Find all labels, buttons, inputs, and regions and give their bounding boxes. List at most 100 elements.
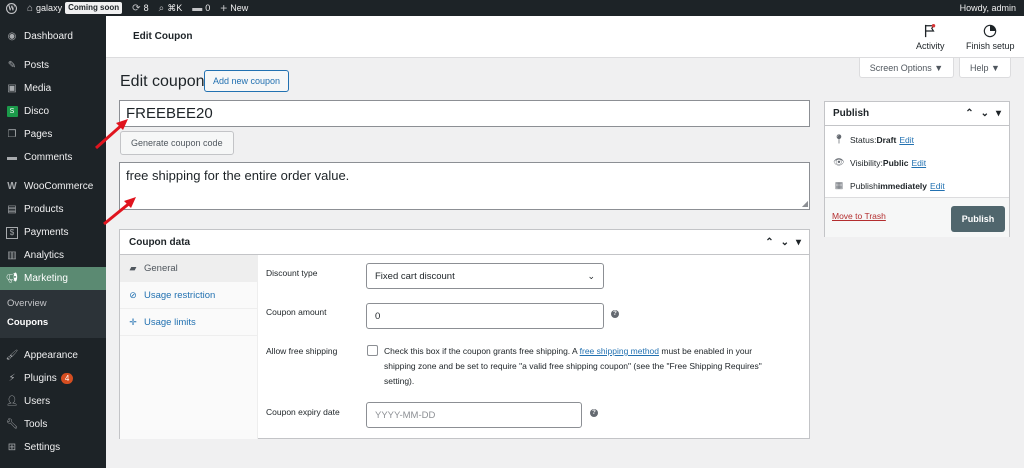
- publish-date-row: ▦ Publish immediately Edit: [834, 180, 945, 191]
- red-arrow-annotation-2: [103, 197, 136, 226]
- help-tip-icon[interactable]: ?: [611, 310, 619, 318]
- publish-box: Publish ⌃ ⌄ ▾ 📍︎ Status: Draft Edit 👁︎ V…: [824, 101, 1010, 237]
- sidebar-item-marketing[interactable]: 📢︎ Marketing: [0, 267, 106, 290]
- comments-link[interactable]: ▬ 0: [187, 0, 215, 16]
- move-to-trash-link[interactable]: Move to Trash: [832, 211, 886, 221]
- sidebar-item-media[interactable]: ▣ Media: [0, 77, 106, 100]
- discount-type-select[interactable]: Fixed cart discount ⌄: [366, 263, 604, 289]
- sidebar-item-payments[interactable]: $ Payments: [0, 221, 106, 244]
- publish-title: Publish: [833, 108, 870, 119]
- free-shipping-checkbox[interactable]: [367, 345, 378, 356]
- edit-publish-date-link[interactable]: Edit: [930, 181, 945, 191]
- svg-text:W: W: [7, 5, 15, 12]
- sidebar-item-appearance[interactable]: 🖌︎ Appearance: [0, 344, 106, 367]
- free-shipping-description: Check this box if the coupon grants free…: [384, 346, 762, 386]
- plus-icon: +: [220, 1, 228, 15]
- visibility-value: Public: [882, 157, 909, 168]
- tab-general[interactable]: ▰ General: [120, 255, 257, 282]
- generate-coupon-code-button[interactable]: Generate coupon code: [120, 131, 234, 155]
- resize-grip-icon[interactable]: ◢: [802, 199, 808, 208]
- wordpress-logo-icon[interactable]: W: [0, 0, 22, 16]
- description-text: free shipping for the entire order value…: [126, 168, 350, 183]
- calendar-icon: ▦: [834, 180, 844, 190]
- prohibited-icon: ⊘: [129, 289, 137, 300]
- updates-link[interactable]: ⟳ 8: [127, 0, 153, 16]
- help-tip-icon[interactable]: ?: [590, 409, 598, 417]
- coming-soon-badge[interactable]: Coming soon: [65, 2, 123, 14]
- plug-icon: ⚡︎: [8, 373, 16, 384]
- comment-bubble-icon: ▬: [7, 152, 17, 163]
- page-title: Edit Coupon: [133, 31, 193, 42]
- help-button[interactable]: Help ▼: [959, 58, 1011, 78]
- chevron-down-icon: ⌄: [587, 271, 595, 281]
- chevron-up-icon[interactable]: ⌃: [965, 108, 973, 119]
- settings-icon: ⊞: [7, 442, 17, 453]
- chart-bar-icon: ▥: [7, 250, 17, 261]
- command-palette-link[interactable]: ⌕ ⌘K: [154, 0, 188, 16]
- status-row: 📍︎ Status: Draft Edit: [833, 134, 914, 145]
- wrench-icon: 🔧︎: [5, 419, 19, 430]
- howdy-account-link[interactable]: Howdy, admin: [955, 0, 1024, 16]
- coupon-data-title: Coupon data: [129, 236, 191, 248]
- tab-usage-limits[interactable]: ✛ Usage limits: [120, 309, 257, 336]
- coupon-description-textarea[interactable]: free shipping for the entire order value…: [119, 162, 810, 210]
- crosshair-icon: ✛: [129, 316, 137, 327]
- activity-button[interactable]: Activity: [916, 23, 945, 51]
- screen-options-button[interactable]: Screen Options ▼: [859, 58, 954, 78]
- pin-icon: 📍︎: [833, 134, 845, 144]
- caret-down-icon[interactable]: ▾: [996, 108, 1001, 119]
- pin-icon: ✎: [7, 60, 17, 71]
- woocommerce-icon: W: [7, 181, 17, 192]
- expiry-date-input[interactable]: YYYY-MM-DD: [366, 402, 582, 428]
- status-value: Draft: [876, 134, 897, 145]
- sidebar-item-analytics[interactable]: ▥ Analytics: [0, 244, 106, 267]
- comments-count: 0: [205, 3, 211, 13]
- home-icon: ⌂: [27, 2, 34, 14]
- paintbrush-icon: 🖌︎: [5, 350, 19, 361]
- coupon-amount-input[interactable]: 0: [366, 303, 604, 329]
- edit-status-link[interactable]: Edit: [899, 135, 914, 145]
- coupon-data-tabs: ▰ General ⊘ Usage restriction ✛ Usage limit…: [120, 255, 258, 439]
- users-icon: 👤︎: [5, 396, 19, 407]
- updates-count: 8: [143, 3, 149, 13]
- site-name: galaxy: [36, 3, 63, 13]
- sidebar-item-woocommerce[interactable]: W WooCommerce: [0, 175, 106, 198]
- sidebar-item-products[interactable]: ▤ Products: [0, 198, 106, 221]
- finish-setup-button[interactable]: Finish setup: [966, 23, 1015, 51]
- plugins-update-count: 4: [60, 373, 74, 384]
- megaphone-icon: 📢︎: [5, 273, 19, 284]
- sidebar-item-posts[interactable]: ✎ Posts: [0, 54, 106, 77]
- media-icon: ▣: [7, 83, 17, 94]
- dollar-icon: $: [6, 226, 18, 239]
- publish-header[interactable]: Publish ⌃ ⌄ ▾: [825, 102, 1009, 126]
- new-content-link[interactable]: + New: [215, 0, 253, 16]
- coupon-code-input[interactable]: FREEBEE20: [119, 100, 810, 127]
- admin-bar: W ⌂ galaxy Coming soon ⟳ 8 ⌕ ⌘K ▬ 0 + Ne…: [0, 0, 1024, 16]
- expiry-date-label: Coupon expiry date: [266, 407, 340, 417]
- discount-type-label: Discount type: [266, 268, 318, 278]
- edit-visibility-link[interactable]: Edit: [911, 158, 926, 168]
- flag-icon: [922, 23, 938, 39]
- chevron-down-icon[interactable]: ⌄: [981, 108, 989, 119]
- submenu-item-overview[interactable]: Overview: [0, 294, 106, 313]
- sidebar-item-tools[interactable]: 🔧︎ Tools: [0, 413, 106, 436]
- free-shipping-label: Allow free shipping: [266, 346, 338, 356]
- sidebar-item-settings[interactable]: ⊞ Settings: [0, 436, 106, 459]
- chevron-up-icon[interactable]: ⌃: [765, 237, 773, 248]
- progress-circle-icon: [982, 23, 998, 39]
- sidebar-item-plugins[interactable]: ⚡︎ Plugins 4: [0, 367, 106, 390]
- free-shipping-method-link[interactable]: free shipping method: [580, 346, 659, 356]
- chevron-down-icon[interactable]: ⌄: [781, 237, 789, 248]
- caret-down-icon[interactable]: ▾: [796, 237, 801, 248]
- sidebar-item-dashboard[interactable]: ◉ Dashboard: [0, 25, 106, 48]
- sidebar-item-users[interactable]: 👤︎ Users: [0, 390, 106, 413]
- woocommerce-header: Edit Coupon Activity Finish setup: [106, 16, 1024, 58]
- publish-button[interactable]: Publish: [951, 206, 1005, 232]
- add-new-coupon-button[interactable]: Add new coupon: [204, 70, 290, 92]
- tab-usage-restriction[interactable]: ⊘ Usage restriction: [120, 282, 257, 309]
- archive-icon: ▤: [7, 204, 17, 215]
- coupon-data-header[interactable]: Coupon data ⌃ ⌄ ▾: [120, 230, 809, 255]
- site-name-link[interactable]: ⌂ galaxy Coming soon: [22, 0, 127, 16]
- submenu-item-coupons[interactable]: Coupons: [0, 313, 106, 332]
- publish-date-value: immediately: [877, 180, 928, 191]
